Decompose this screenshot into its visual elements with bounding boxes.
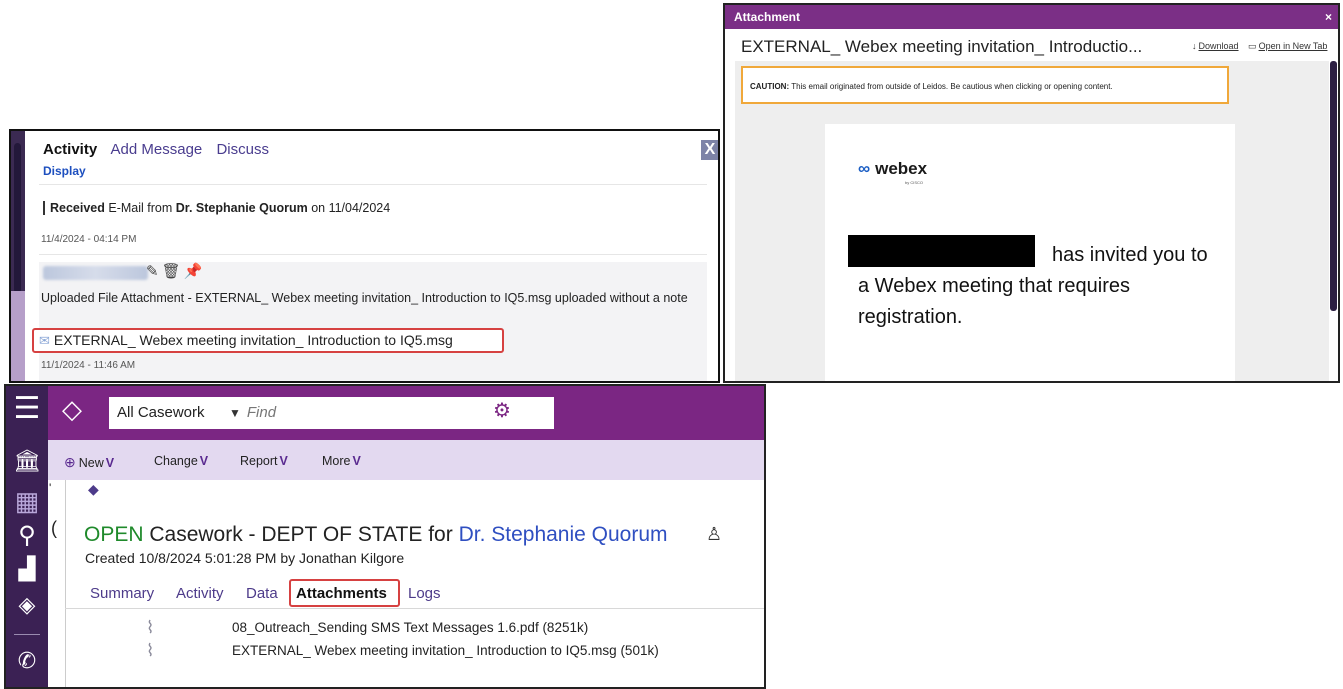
created-info: Created 10/8/2024 5:01:28 PM by Jonathan…: [85, 550, 405, 566]
report-button[interactable]: Report V: [240, 454, 288, 468]
dialog-title: Attachment: [734, 10, 801, 24]
preview-scroll-thumb[interactable]: [1330, 61, 1337, 311]
new-tab-icon[interactable]: ▭: [1248, 41, 1257, 51]
chevron-down-icon[interactable]: ▼: [229, 406, 241, 420]
tab-data[interactable]: Data: [246, 585, 278, 602]
activity-entry: [39, 262, 707, 381]
attachment-link[interactable]: ✉ EXTERNAL_ Webex meeting invitation_ Int…: [32, 328, 504, 353]
paperclip-icon: ⌇: [146, 618, 155, 637]
tab-underline: [65, 608, 764, 609]
tab-activity[interactable]: Activity: [43, 141, 97, 158]
change-button[interactable]: Change V: [154, 454, 208, 468]
entry-actions: ✎🗑📌: [146, 262, 205, 280]
case-title: OPEN Casework - DEPT OF STATE for Dr. St…: [84, 523, 668, 547]
activity-panel: Activity Add Message Discuss X Display R…: [9, 129, 720, 383]
dialog-actions: ↓ Download ▭ Open in New Tab: [1190, 41, 1327, 52]
entry-text: Uploaded File Attachment - EXTERNAL_ Web…: [41, 291, 688, 305]
entry-timestamp: 11/1/2024 - 11:46 AM: [41, 360, 136, 371]
received-label: Received: [50, 201, 105, 215]
chevron-down-icon: V: [352, 454, 361, 468]
received-timestamp: 11/4/2024 - 04:14 PM: [41, 234, 137, 245]
received-line: Received E-Mail from Dr. Stephanie Quoru…: [43, 201, 390, 215]
divider: [39, 254, 707, 255]
received-middle: E-Mail from: [104, 201, 176, 215]
tab-logs[interactable]: Logs: [408, 585, 441, 602]
caution-text: This email originated from outside of Le…: [789, 82, 1113, 91]
chevron-down-icon: V: [279, 454, 288, 468]
edit-pencil-icon[interactable]: ✎: [146, 263, 162, 280]
tab-summary[interactable]: Summary: [90, 585, 154, 602]
tab-attachments[interactable]: Attachments: [296, 585, 387, 602]
expand-arrows-icon[interactable]: ◆: [88, 481, 99, 498]
case-status: OPEN: [84, 523, 144, 546]
collapsed-left-panel: [48, 480, 66, 687]
activity-scroll-thumb[interactable]: [14, 143, 21, 293]
caution-label: CAUTION:: [750, 82, 790, 91]
more-label: More: [322, 454, 351, 468]
new-label: New: [78, 456, 104, 470]
report-label: Report: [240, 454, 278, 468]
dashboard-icon[interactable]: ▦: [6, 486, 48, 517]
person-icon[interactable]: ♙: [706, 524, 722, 545]
collapsed-fragment: (: [51, 518, 57, 538]
chevron-down-icon: V: [199, 454, 209, 468]
rail-divider: [14, 634, 40, 635]
chevron-down-icon: V: [105, 456, 115, 470]
tab-discuss[interactable]: Discuss: [216, 141, 269, 158]
attachment-dialog: Attachment × EXTERNAL_ Webex meeting inv…: [723, 3, 1340, 383]
activity-left-bar-lower: [11, 291, 25, 381]
email-subject: EXTERNAL_ Webex meeting invitation_ Intr…: [741, 37, 1143, 56]
left-rail: ☰ 🏛 ▦ ⚲ ▟ ◈ ✆: [6, 386, 48, 687]
preview-scrollbar[interactable]: [1330, 61, 1338, 381]
webex-mark-icon: ∞: [858, 159, 871, 178]
attachment-name[interactable]: EXTERNAL_ Webex meeting invitation_ Intr…: [54, 332, 453, 348]
webex-logo: ∞ webex: [858, 159, 927, 179]
collapsed-fragment: ': [49, 481, 52, 495]
blurred-author-name: [43, 266, 148, 280]
divider: [39, 184, 707, 185]
case-person-link[interactable]: Dr. Stephanie Quorum: [459, 523, 668, 546]
trash-icon[interactable]: 🗑: [162, 263, 184, 280]
invite-message: has invited you to a Webex meeting that …: [858, 244, 1208, 328]
attachment-file-link[interactable]: 08_Outreach_Sending SMS Text Messages 1.…: [232, 620, 588, 635]
find-placeholder: Find: [246, 404, 277, 421]
close-icon[interactable]: ×: [1325, 5, 1332, 29]
search-icon[interactable]: ⚲: [6, 521, 48, 550]
webex-wordmark: webex: [875, 159, 928, 178]
activity-left-bar: [11, 131, 25, 381]
menu-icon[interactable]: ☰: [6, 394, 48, 424]
pin-icon[interactable]: 📌: [184, 263, 206, 280]
phone-icon[interactable]: ✆: [6, 648, 48, 674]
plus-circle-icon: ⊕: [64, 454, 76, 470]
download-link[interactable]: Download: [1199, 41, 1239, 51]
activity-tabs: Activity Add Message Discuss: [43, 141, 279, 158]
attachment-file-link[interactable]: EXTERNAL_ Webex meeting invitation_ Intr…: [232, 643, 659, 658]
new-button[interactable]: ⊕ New V: [64, 454, 114, 471]
webex-sub: by CISCO: [905, 180, 924, 185]
caution-banner: CAUTION: This email originated from outs…: [741, 66, 1229, 104]
received-date: on 11/04/2024: [307, 201, 391, 215]
download-icon[interactable]: ↓: [1192, 41, 1197, 51]
scope-label: All Casework: [117, 404, 205, 421]
dialog-title-bar: Attachment: [725, 5, 1338, 29]
tab-activity[interactable]: Activity: [176, 585, 224, 602]
chart-icon[interactable]: ▟: [6, 556, 48, 582]
layers-icon[interactable]: ◈: [6, 592, 48, 618]
app-logo-icon[interactable]: ◇: [62, 394, 82, 425]
more-button[interactable]: More V: [322, 454, 361, 468]
paperclip-icon: ⌇: [146, 641, 155, 660]
filter-sliders-icon[interactable]: ⚙: [493, 398, 511, 423]
case-title-text: Casework - DEPT OF STATE for: [143, 523, 459, 546]
display-link[interactable]: Display: [43, 164, 86, 178]
bank-icon[interactable]: 🏛: [6, 448, 48, 474]
tab-add-message[interactable]: Add Message: [111, 141, 203, 158]
change-label: Change: [154, 454, 198, 468]
open-new-tab-link[interactable]: Open in New Tab: [1259, 41, 1328, 51]
invite-text: has invited you to a Webex meeting that …: [858, 240, 1218, 333]
casework-panel: ☰ 🏛 ▦ ⚲ ▟ ◈ ✆ ◇ All Casework ▼ Find ⚙ ⊕ Ne…: [4, 384, 766, 689]
close-icon[interactable]: X: [701, 140, 718, 160]
received-sender: Dr. Stephanie Quorum: [175, 201, 308, 215]
envelope-icon: ✉: [39, 333, 50, 348]
